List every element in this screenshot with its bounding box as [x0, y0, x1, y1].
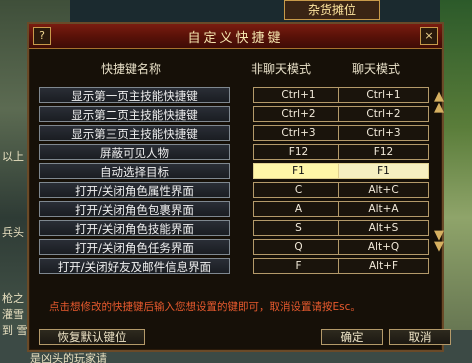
hotkey-row: 显示第一页主技能快捷键 Ctrl+1 Ctrl+1 [29, 87, 442, 103]
hotkey-name-button[interactable]: 自动选择目标 [39, 163, 230, 179]
shop-sign[interactable]: 杂货摊位 [284, 0, 380, 20]
title-bar[interactable]: ? 自定义快捷键 × [29, 24, 442, 49]
hotkey-name-button[interactable]: 屏蔽可见人物 [39, 144, 230, 160]
bg-text-fragment: 灌雪 [2, 308, 24, 321]
hotkey-row: 自动选择目标 F1 F1 [29, 163, 442, 179]
hotkey-name-button[interactable]: 打开/关闭角色属性界面 [39, 182, 230, 198]
normal-mode-key-field[interactable]: Ctrl+1 [253, 87, 344, 103]
scroll-up-icon[interactable]: ▲ ▲ [431, 90, 447, 114]
chat-mode-key-field[interactable]: F1 [338, 163, 429, 179]
custom-hotkey-dialog: ? 自定义快捷键 × 快捷键名称 非聊天模式 聊天模式 显示第一页主技能快捷键 C… [27, 22, 451, 352]
hotkey-name-button[interactable]: 显示第三页主技能快捷键 [39, 125, 230, 141]
normal-mode-key-field[interactable]: Ctrl+3 [253, 125, 344, 141]
hotkey-name-button[interactable]: 打开/关闭角色包裹界面 [39, 201, 230, 217]
scroll-down-icon[interactable]: ▼ ▼ [431, 229, 447, 253]
bg-text-fragment: 以上 [2, 150, 24, 163]
bg-text-fragment: 枪之 [2, 292, 24, 305]
bg-text-fragment: 兵头 [2, 226, 24, 239]
instruction-hint: 点击想修改的快捷键后输入您想设置的键即可，取消设置请按Esc。 [49, 301, 361, 313]
normal-mode-key-field[interactable]: F1 [253, 163, 344, 179]
close-button[interactable]: × [420, 27, 438, 45]
column-header-name: 快捷键名称 [101, 62, 162, 76]
hotkey-name-button[interactable]: 显示第二页主技能快捷键 [39, 106, 230, 122]
scene-right [440, 0, 472, 363]
cancel-button[interactable]: 取消 [389, 329, 451, 345]
hotkey-row: 打开/关闭角色任务界面 Q Alt+Q [29, 239, 442, 255]
normal-mode-key-field[interactable]: F12 [253, 144, 344, 160]
bg-text-fragment: 到 雪 [2, 324, 28, 337]
column-header-chat-mode: 聊天模式 [352, 62, 401, 76]
hotkey-row: 显示第二页主技能快捷键 Ctrl+2 Ctrl+2 [29, 106, 442, 122]
column-header-normal-mode: 非聊天模式 [251, 62, 312, 76]
normal-mode-key-field[interactable]: F [253, 258, 344, 274]
normal-mode-key-field[interactable]: S [253, 220, 344, 236]
chat-mode-key-field[interactable]: Ctrl+3 [338, 125, 429, 141]
restore-default-button[interactable]: 恢复默认键位 [39, 329, 145, 345]
chat-mode-key-field[interactable]: Alt+S [338, 220, 429, 236]
ok-button[interactable]: 确定 [321, 329, 383, 345]
chat-mode-key-field[interactable]: Alt+Q [338, 239, 429, 255]
chat-mode-key-field[interactable]: Alt+F [338, 258, 429, 274]
dialog-title: 自定义快捷键 [187, 31, 284, 46]
normal-mode-key-field[interactable]: C [253, 182, 344, 198]
chat-mode-key-field[interactable]: Alt+A [338, 201, 429, 217]
chat-mode-key-field[interactable]: Ctrl+2 [338, 106, 429, 122]
chat-mode-key-field[interactable]: Alt+C [338, 182, 429, 198]
normal-mode-key-field[interactable]: Ctrl+2 [253, 106, 344, 122]
hotkey-row: 打开/关闭角色属性界面 C Alt+C [29, 182, 442, 198]
hotkey-name-button[interactable]: 打开/关闭好友及邮件信息界面 [39, 258, 230, 274]
hotkey-row: 屏蔽可见人物 F12 F12 [29, 144, 442, 160]
normal-mode-key-field[interactable]: Q [253, 239, 344, 255]
hotkey-name-button[interactable]: 显示第一页主技能快捷键 [39, 87, 230, 103]
normal-mode-key-field[interactable]: A [253, 201, 344, 217]
hotkey-row: 显示第三页主技能快捷键 Ctrl+3 Ctrl+3 [29, 125, 442, 141]
hotkey-row: 打开/关闭好友及邮件信息界面 F Alt+F [29, 258, 442, 274]
hotkey-name-button[interactable]: 打开/关闭角色任务界面 [39, 239, 230, 255]
chat-mode-key-field[interactable]: F12 [338, 144, 429, 160]
hotkey-name-button[interactable]: 打开/关闭角色技能界面 [39, 220, 230, 236]
hotkey-row: 打开/关闭角色技能界面 S Alt+S [29, 220, 442, 236]
chat-mode-key-field[interactable]: Ctrl+1 [338, 87, 429, 103]
hotkey-row: 打开/关闭角色包裹界面 A Alt+A [29, 201, 442, 217]
